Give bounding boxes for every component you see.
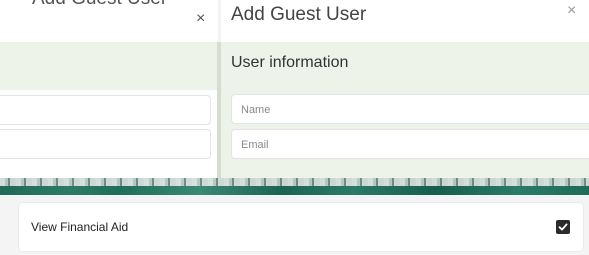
check-icon: [558, 223, 568, 231]
left-dialog-header: Add Guest User ×: [0, 0, 218, 42]
email-placeholder: Email: [241, 139, 269, 151]
left-dialog-title: Add Guest User: [32, 0, 167, 10]
name-field[interactable]: Name: [231, 94, 589, 124]
left-email-field[interactable]: [0, 129, 211, 159]
close-icon[interactable]: ×: [567, 2, 576, 20]
footer-strip-noise: [0, 178, 589, 186]
section-title: User information: [231, 54, 349, 71]
left-section-header: [0, 42, 218, 90]
right-dialog: Add Guest User × User information Name E…: [221, 0, 589, 182]
permission-label: View Financial Aid: [31, 220, 129, 234]
right-dialog-header: Add Guest User ×: [221, 0, 589, 42]
left-dialog: Add Guest User ×: [0, 0, 218, 180]
permission-row-financial-aid[interactable]: View Financial Aid: [19, 203, 583, 251]
financial-aid-checkbox[interactable]: [556, 220, 570, 234]
screen: Add Guest User × Add Guest User × User i…: [0, 0, 589, 255]
close-icon[interactable]: ×: [196, 10, 205, 28]
email-field[interactable]: Email: [231, 129, 589, 159]
left-name-field[interactable]: [0, 95, 211, 125]
right-dialog-title: Add Guest User: [231, 4, 367, 25]
name-placeholder: Name: [241, 104, 271, 116]
